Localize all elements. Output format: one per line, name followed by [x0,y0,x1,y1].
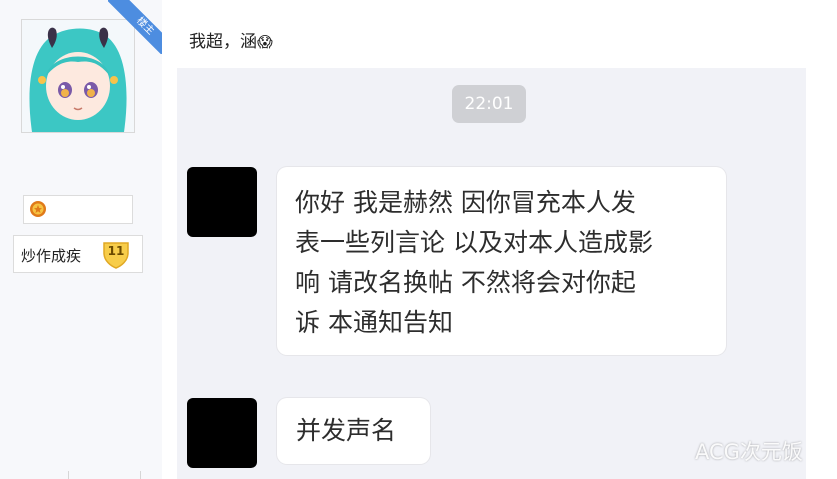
message-line: 诉 本通知告知 [295,308,453,337]
medal-badge[interactable] [23,195,133,224]
post-text: 我超，涵 [189,32,257,52]
op-badge-label: 楼主 [108,0,162,54]
chat-timestamp: 22:01 [452,85,526,123]
post-content: 我超，涵😱 [189,27,273,52]
message-line: 响 请改名换帖 不然将会对你起 [295,268,636,297]
op-corner-ribbon: 楼主 [108,0,162,54]
message-line: 表一些列言论 以及对本人造成影 [295,228,653,257]
sender-avatar [187,167,257,237]
medal-icon [30,201,46,217]
chat-screenshot: 22:01 你好 我是赫然 因你冒充本人发 表一些列言论 以及对本人造成影 响 … [177,68,806,479]
username[interactable]: 炒作成疾 [21,245,81,266]
scream-emoji-icon: 😱 [257,33,273,51]
message-bubble: 并发声名 [277,398,430,464]
level-number: 11 [107,244,125,258]
divider [140,471,141,479]
sender-avatar [187,398,257,468]
message-bubble: 你好 我是赫然 因你冒充本人发 表一些列言论 以及对本人造成影 响 请改名换帖 … [277,167,726,355]
divider [68,471,69,479]
user-level-card[interactable]: 炒作成疾 11 [13,235,143,273]
watermark: ACG次元饭 [695,440,803,464]
message-line: 并发声名 [296,416,397,445]
message-line: 你好 我是赫然 因你冒充本人发 [295,188,636,217]
